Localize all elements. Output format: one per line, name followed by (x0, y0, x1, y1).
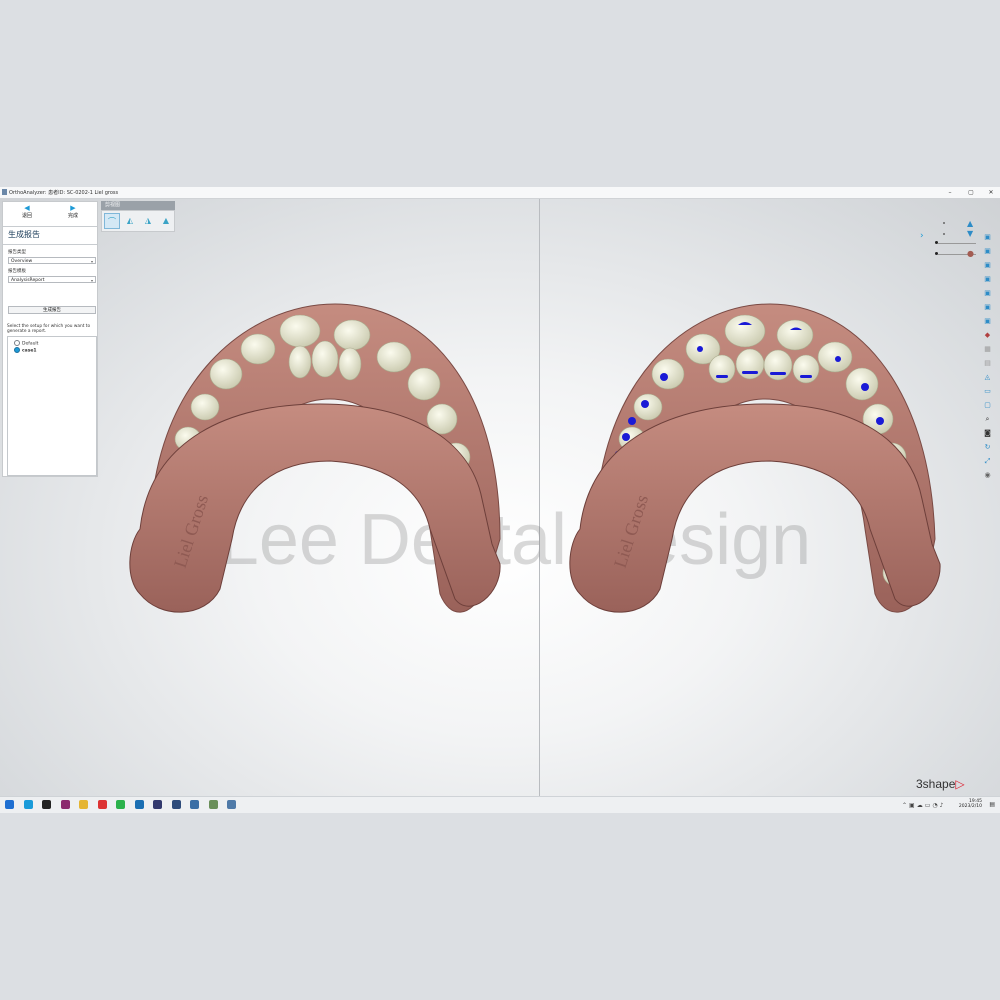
notification-icon[interactable]: ▤ (989, 801, 995, 808)
maximize-button[interactable]: ▢ (965, 188, 977, 197)
right-view-button[interactable]: ◮ (140, 213, 156, 229)
winrar-icon[interactable] (60, 800, 70, 809)
camera-icon[interactable]: ◙ (982, 428, 993, 439)
taskbar: ⌃▣☁▭◔♪ 19:45 2023/2/10 ▤ (0, 796, 1000, 813)
view-toolbar: 剪视图 ⌒ ◭ ◮ ▲ (101, 201, 175, 233)
close-button[interactable]: ✕ (985, 188, 997, 197)
edge-icon[interactable] (23, 800, 33, 809)
visibility-controls: › ▲ ▼ ● (918, 219, 978, 264)
remote-icon[interactable] (171, 800, 181, 809)
chevron-right-icon[interactable]: › (920, 231, 924, 241)
trios-icon[interactable] (153, 800, 162, 809)
wechat-icon[interactable] (116, 800, 125, 809)
radio-selected-icon (14, 347, 20, 353)
report-type-select[interactable]: Overview ▾ (8, 257, 96, 264)
finish-button[interactable]: ▶ 完成 (51, 204, 95, 224)
network-icon[interactable] (190, 800, 199, 809)
models-canvas: Liel Gross Liel Gross (129, 303, 941, 613)
right-arch-model[interactable]: Liel Gross (569, 303, 941, 613)
generate-report-button[interactable]: 生成报告 (8, 306, 96, 314)
report-type-value: Overview (11, 259, 33, 264)
dot-icon (943, 222, 945, 224)
tooth-icon[interactable]: ◆ (982, 330, 993, 341)
system-tray[interactable]: ⌃▣☁▭◔♪ (902, 802, 945, 809)
view-toolbar-header: 剪视图 (101, 201, 175, 210)
layer-icon[interactable]: ▣ (982, 316, 993, 327)
clock[interactable]: 19:45 2023/2/10 (959, 799, 982, 809)
divider (3, 244, 97, 245)
mesh-icon[interactable]: ▤ (982, 358, 993, 369)
finish-label: 完成 (67, 213, 78, 219)
dot-icon (943, 233, 945, 235)
3d-viewport[interactable]: Lee Dental Design Liel Gross Liel Gross … (0, 199, 1000, 796)
back-arrow-icon: ◀ (24, 204, 30, 212)
fit-icon[interactable]: ⤢ (982, 456, 993, 467)
setup-label: Default (22, 341, 39, 347)
left-view-button[interactable]: ◭ (122, 213, 138, 229)
setup-label: case1 (22, 348, 37, 354)
layer-icon[interactable]: ▣ (982, 274, 993, 285)
obs-icon[interactable] (42, 800, 51, 809)
layer-icon[interactable]: ▣ (982, 246, 993, 257)
brand-logo: 3shape▷ (916, 777, 965, 791)
forward-arrow-icon: ▶ (70, 204, 76, 212)
opacity-slider[interactable] (938, 243, 976, 244)
window-title: OrthoAnalyzer: 患者ID: SC-0202-1 Liel gros… (9, 190, 119, 196)
frame-icon[interactable]: ▢ (982, 400, 993, 411)
report-template-label: 报告模板 (8, 269, 26, 274)
upper-jaw-icon[interactable]: ▲ (967, 219, 973, 228)
zoom-icon[interactable]: ⌕ (982, 414, 993, 425)
sphere-icon[interactable]: ◉ (982, 470, 993, 481)
folder-icon[interactable] (79, 800, 88, 809)
minimize-button[interactable]: – (944, 188, 956, 197)
front-view-button[interactable]: ⌒ (104, 213, 120, 229)
app-icon[interactable] (134, 800, 144, 809)
layer-icon[interactable]: ▣ (982, 302, 993, 313)
report-template-value: AnalysisReport (11, 278, 45, 283)
clock-date: 2023/2/10 (958, 804, 982, 809)
instructions-text: Select the setup for which you want to g… (7, 324, 91, 334)
app-window: OrthoAnalyzer: 患者ID: SC-0202-1 Liel gros… (0, 187, 1000, 813)
title-bar: OrthoAnalyzer: 患者ID: SC-0202-1 Liel gros… (0, 187, 1000, 199)
radio-icon (14, 340, 20, 346)
brand-mark-icon: ▷ (955, 777, 965, 791)
slider-handle[interactable] (935, 252, 938, 255)
report-type-label: 报告类型 (8, 250, 26, 255)
notes-icon[interactable] (208, 800, 218, 809)
layer-icon[interactable]: ▣ (982, 260, 993, 271)
rotate-icon[interactable]: ↻ (982, 442, 993, 453)
ruler-icon[interactable]: ▭ (982, 386, 993, 397)
chevron-down-icon: ▾ (90, 259, 93, 264)
setup-item-case1[interactable]: case1 (14, 347, 37, 354)
slider-handle[interactable] (935, 241, 938, 244)
chevron-down-icon: ▾ (90, 278, 93, 283)
attach-icon[interactable]: ◬ (982, 372, 993, 383)
page-title: 生成报告 (8, 230, 40, 239)
top-view-button[interactable]: ▲ (158, 213, 174, 229)
setup-item-default[interactable]: Default (14, 340, 38, 347)
lower-jaw-icon[interactable]: ▼ (967, 229, 973, 238)
layer-icon[interactable]: ▣ (982, 232, 993, 243)
layer-icon[interactable]: ▣ (982, 288, 993, 299)
back-label: 退回 (21, 213, 32, 219)
app-icon (2, 189, 7, 195)
gum-icon[interactable]: ● (967, 249, 974, 258)
wizard-panel: ◀ 退回 ▶ 完成 生成报告 报告类型 Overview ▾ 报告模板 Anal… (2, 201, 98, 477)
start-icon[interactable] (5, 800, 14, 809)
netease-icon[interactable] (97, 800, 107, 809)
setup-list: Default case1 (7, 336, 97, 476)
ortho-icon[interactable] (227, 800, 236, 809)
divider (3, 226, 97, 227)
left-arch-model[interactable]: Liel Gross (129, 303, 501, 613)
back-button[interactable]: ◀ 退回 (5, 204, 49, 224)
grid-icon[interactable]: ▦ (982, 344, 993, 355)
report-template-select[interactable]: AnalysisReport ▾ (8, 276, 96, 283)
brand-text: 3shape (916, 777, 956, 791)
